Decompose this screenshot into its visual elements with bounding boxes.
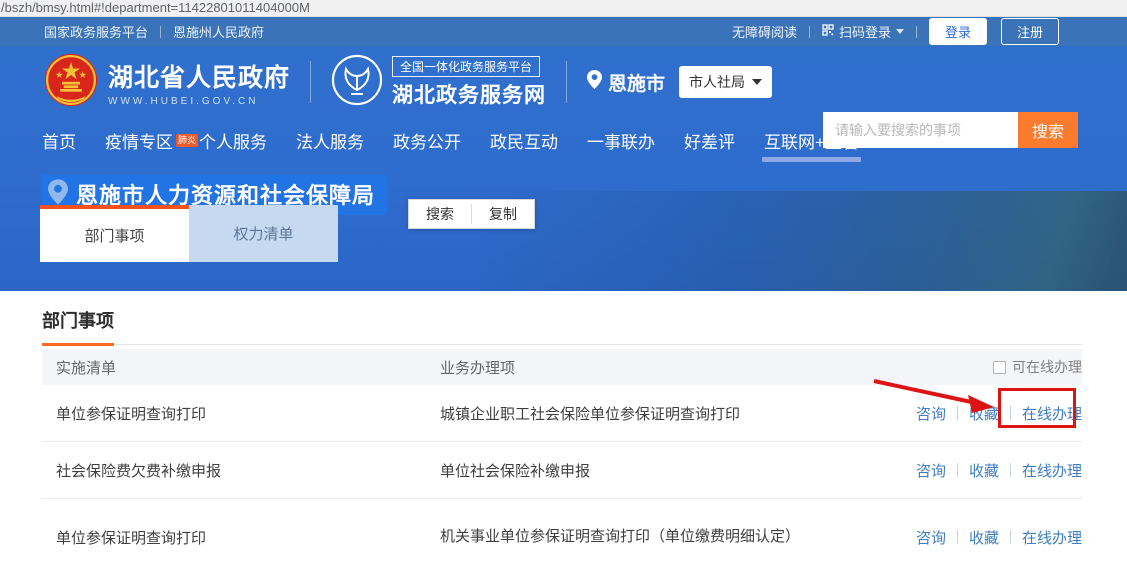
- divider: [160, 26, 161, 38]
- link-national-platform[interactable]: 国家政务服务平台: [44, 22, 148, 41]
- consult-link[interactable]: 咨询: [916, 527, 946, 548]
- nav-item-legal-person[interactable]: 法人服务: [296, 128, 364, 153]
- utility-topbar: 国家政务服务平台 恩施州人民政府 无障碍阅读 扫码登录 登录 注册: [0, 17, 1127, 46]
- favorite-link[interactable]: 收藏: [969, 403, 999, 424]
- table-header-row: 实施清单 业务办理项 可在线办理: [42, 349, 1082, 385]
- chevron-down-icon[interactable]: [896, 29, 904, 34]
- divider: [809, 26, 810, 38]
- main-navigation: 首页 疫情专区 肺炎 个人服务 法人服务 政务公开 政民互动 一事联办 好差评 …: [0, 118, 1127, 163]
- department-selector-value: 市人社局: [689, 72, 745, 92]
- cell-list-name: 社会保险费欠费补缴申报: [42, 460, 440, 481]
- favorite-link[interactable]: 收藏: [969, 460, 999, 481]
- site-header: 湖北省人民政府 WWW.HUBEI.GOV.CN 全国一体化政务服务平台: [0, 46, 1127, 118]
- divider: [1010, 530, 1011, 544]
- cell-list-name: 单位参保证明查询打印: [42, 527, 440, 548]
- popup-copy-button[interactable]: 复制: [472, 200, 534, 228]
- divider: [310, 61, 311, 103]
- divider: [957, 406, 958, 420]
- divider: [957, 463, 958, 477]
- gov-site-url: WWW.HUBEI.GOV.CN: [108, 96, 290, 107]
- table-row: 单位参保证明查询打印 城镇企业职工社会保险单位参保证明查询打印 咨询 收藏 在线…: [42, 385, 1082, 442]
- row-actions: 咨询 收藏 在线办理: [857, 527, 1082, 548]
- divider: [1010, 463, 1011, 477]
- platform-badge: 全国一体化政务服务平台: [392, 56, 540, 77]
- col-header-list: 实施清单: [42, 357, 440, 378]
- portal-text: 全国一体化政务服务平台 湖北政务服务网: [392, 56, 546, 109]
- gov-name: 湖北省人民政府: [108, 58, 290, 94]
- nav-item-home[interactable]: 首页: [42, 128, 76, 153]
- gov-logo-text: 湖北省人民政府 WWW.HUBEI.GOV.CN: [108, 58, 290, 107]
- portal-emblem-icon: [331, 54, 383, 111]
- site-search: 搜索: [823, 112, 1078, 148]
- col-header-business: 业务办理项: [440, 357, 857, 378]
- qr-code-icon: [822, 24, 834, 39]
- table-row: 社会保险费欠费补缴申报 单位社会保险补缴申报 咨询 收藏 在线办理: [42, 442, 1082, 499]
- qr-login-link[interactable]: 扫码登录: [839, 22, 891, 41]
- table-row: 单位参保证明查询打印 机关事业单位参保证明查询打印（单位缴费明细认定） 咨询 收…: [42, 499, 1082, 573]
- online-filter: 可在线办理: [857, 357, 1082, 377]
- nav-item-personal[interactable]: 个人服务: [199, 128, 267, 153]
- department-selector[interactable]: 市人社局: [679, 66, 772, 98]
- consult-link[interactable]: 咨询: [916, 460, 946, 481]
- heading-accent-bar: [42, 343, 114, 346]
- text-selection-popup: 搜索 复制: [408, 199, 535, 229]
- divider: [916, 26, 917, 38]
- hubei-gov-logo[interactable]: 湖北省人民政府 WWW.HUBEI.GOV.CN: [44, 53, 290, 112]
- popup-search-button[interactable]: 搜索: [409, 200, 471, 228]
- online-filter-label: 可在线办理: [1012, 357, 1082, 377]
- tab-department-matters[interactable]: 部门事项: [40, 205, 189, 262]
- nav-item-interaction[interactable]: 政民互动: [490, 128, 558, 153]
- divider: [1010, 406, 1011, 420]
- portal-name: 湖北政务服务网: [392, 79, 546, 109]
- tab-bar: 部门事项 权力清单: [40, 205, 338, 262]
- consult-link[interactable]: 咨询: [916, 403, 946, 424]
- online-filter-checkbox[interactable]: [993, 361, 1006, 374]
- portal-logo[interactable]: 全国一体化政务服务平台 湖北政务服务网: [331, 54, 546, 111]
- cell-list-name: 单位参保证明查询打印: [42, 403, 440, 424]
- nav-item-rating[interactable]: 好差评: [684, 128, 735, 153]
- browser-url-fragment: /bszh/bmsy.html#!department=114228010114…: [0, 0, 1127, 17]
- nav-item-one-matter[interactable]: 一事联办: [587, 128, 655, 153]
- chevron-down-icon: [752, 79, 762, 85]
- epidemic-badge: 肺炎: [176, 134, 198, 147]
- cell-business-item: 城镇企业职工社会保险单位参保证明查询打印: [440, 403, 857, 424]
- register-button[interactable]: 注册: [1001, 18, 1059, 45]
- topbar-left-links: 国家政务服务平台 恩施州人民政府: [44, 22, 264, 41]
- tab-power-list[interactable]: 权力清单: [189, 205, 338, 262]
- divider: [957, 530, 958, 544]
- link-enshi-gov[interactable]: 恩施州人民政府: [173, 22, 264, 41]
- accessibility-link[interactable]: 无障碍阅读: [732, 22, 797, 41]
- divider: [566, 61, 567, 103]
- banner-hero: 恩施市人力资源和社会保障局 部门事项 权力清单 搜索 复制: [0, 163, 1127, 262]
- search-button[interactable]: 搜索: [1018, 112, 1078, 148]
- section-heading: 部门事项: [42, 307, 1082, 333]
- location-pin-icon: [587, 70, 602, 94]
- cell-business-item: 单位社会保险补缴申报: [440, 460, 857, 481]
- search-input[interactable]: [823, 112, 1018, 148]
- national-emblem-icon: [44, 53, 98, 112]
- online-handle-link[interactable]: 在线办理: [1022, 403, 1082, 424]
- nav-item-gov-disclosure[interactable]: 政务公开: [393, 128, 461, 153]
- current-city[interactable]: 恩施市: [608, 69, 665, 96]
- online-handle-link[interactable]: 在线办理: [1022, 460, 1082, 481]
- cell-business-item: 机关事业单位参保证明查询打印（单位缴费明细认定）: [440, 525, 857, 549]
- content-area: 部门事项 实施清单 业务办理项 可在线办理 单位参保证明查询打印 城镇企业职工社…: [0, 291, 1127, 573]
- heading-rule: [42, 344, 1082, 345]
- nav-item-epidemic[interactable]: 疫情专区: [105, 128, 173, 153]
- login-button[interactable]: 登录: [929, 18, 987, 45]
- topbar-right: 无障碍阅读 扫码登录 登录 注册: [732, 18, 1059, 45]
- site-banner: 湖北省人民政府 WWW.HUBEI.GOV.CN 全国一体化政务服务平台: [0, 46, 1127, 291]
- city-selector-block: 恩施市 市人社局: [587, 66, 772, 98]
- online-handle-link[interactable]: 在线办理: [1022, 527, 1082, 548]
- row-actions: 咨询 收藏 在线办理: [857, 460, 1082, 481]
- favorite-link[interactable]: 收藏: [969, 527, 999, 548]
- browser-screenshot: /bszh/bmsy.html#!department=114228010114…: [0, 0, 1127, 573]
- row-actions: 咨询 收藏 在线办理: [857, 403, 1082, 424]
